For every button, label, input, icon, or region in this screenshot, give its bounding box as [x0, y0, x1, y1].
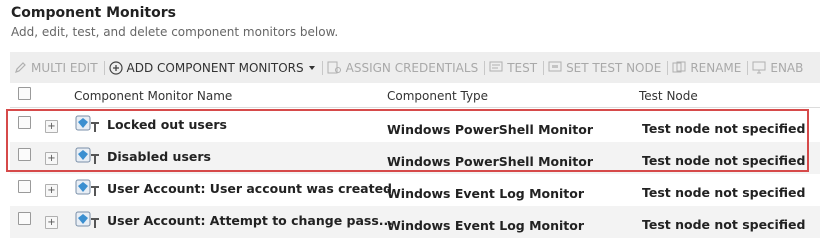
monitor-name: Locked out users — [107, 117, 227, 132]
component-type: Windows Event Log Monitor — [387, 186, 585, 201]
page-title: Component Monitors — [11, 5, 176, 21]
pencil-icon — [15, 62, 26, 73]
test-label: TEST — [507, 60, 538, 75]
toolbar: MULTI EDIT ADD COMPONENT MONITORS ASSIGN… — [10, 52, 820, 83]
rename-icon — [672, 61, 686, 73]
credentials-icon — [327, 61, 341, 73]
row-checkbox[interactable] — [18, 116, 31, 129]
set-test-node-label: SET TEST NODE — [566, 60, 662, 75]
column-header-name[interactable]: Component Monitor Name — [74, 89, 232, 103]
row-checkbox[interactable] — [18, 212, 31, 225]
row-checkbox[interactable] — [18, 180, 31, 193]
table-row[interactable]: + Locked out users Windows PowerShell Mo… — [10, 110, 820, 142]
table-row[interactable]: + User Account: User account was created… — [10, 174, 820, 206]
monitor-name: User Account: Attempt to change pass... — [107, 213, 394, 228]
rename-label: RENAME — [690, 60, 742, 75]
multi-edit-button[interactable]: MULTI EDIT — [10, 52, 104, 83]
select-all-checkbox[interactable] — [18, 87, 31, 100]
set-test-node-button[interactable]: SET TEST NODE — [544, 52, 667, 83]
test-node: Test node not specified — [642, 153, 806, 168]
component-monitor-icon — [75, 211, 99, 228]
table-row[interactable]: + Disabled users Windows PowerShell Moni… — [10, 142, 820, 174]
column-header-type[interactable]: Component Type — [387, 89, 488, 103]
page-subtitle: Add, edit, test, and delete component mo… — [11, 25, 339, 39]
monitor-name: Disabled users — [107, 149, 211, 164]
add-circle-icon — [108, 60, 123, 75]
component-type: Windows Event Log Monitor — [387, 218, 585, 233]
test-node: Test node not specified — [642, 185, 806, 200]
test-icon — [489, 61, 503, 72]
table-header: Component Monitor Name Component Type Te… — [10, 84, 820, 108]
column-header-test-node[interactable]: Test Node — [639, 89, 698, 103]
table-row[interactable]: + User Account: Attempt to change pass..… — [10, 206, 820, 238]
add-component-monitors-label: ADD COMPONENT MONITORS — [126, 60, 304, 75]
enable-button[interactable]: ENAB — [748, 52, 809, 83]
component-type: Windows PowerShell Monitor — [387, 122, 594, 137]
test-node: Test node not specified — [642, 217, 806, 232]
add-component-monitors-button[interactable]: ADD COMPONENT MONITORS — [105, 52, 322, 83]
rename-button[interactable]: RENAME — [668, 52, 747, 83]
component-monitor-icon — [75, 147, 99, 164]
expand-plus-icon[interactable]: + — [45, 120, 58, 133]
assign-credentials-label: ASSIGN CREDENTIALS — [345, 60, 479, 75]
test-node-icon — [548, 61, 562, 72]
component-monitor-icon — [75, 115, 99, 132]
component-type: Windows PowerShell Monitor — [387, 154, 594, 169]
row-checkbox[interactable] — [18, 148, 31, 161]
enable-label: ENAB — [770, 60, 804, 75]
test-node: Test node not specified — [642, 121, 806, 136]
multi-edit-label: MULTI EDIT — [31, 60, 98, 75]
expand-plus-icon[interactable]: + — [45, 184, 58, 197]
expand-plus-icon[interactable]: + — [45, 216, 58, 229]
assign-credentials-button[interactable]: ASSIGN CREDENTIALS — [323, 52, 485, 83]
monitor-icon — [752, 61, 766, 74]
component-monitor-icon — [75, 179, 99, 196]
expand-plus-icon[interactable]: + — [45, 152, 58, 165]
caret-down-icon — [308, 65, 315, 70]
monitor-name: User Account: User account was created — [107, 181, 393, 196]
test-button[interactable]: TEST — [485, 52, 543, 83]
